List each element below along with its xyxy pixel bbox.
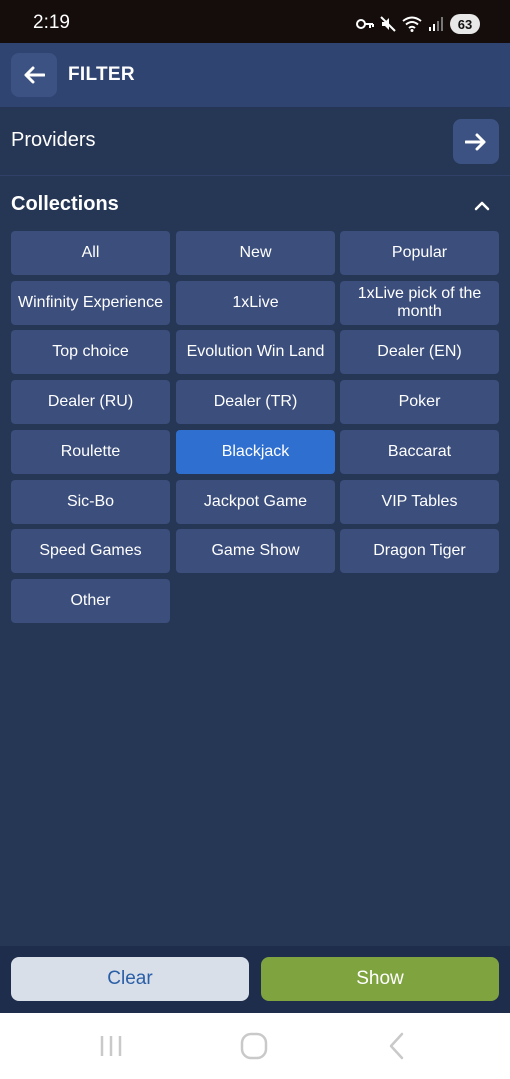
signal-icon (429, 17, 443, 31)
arrow-right-icon (465, 133, 486, 150)
collection-chip[interactable]: Baccarat (340, 430, 499, 474)
collection-chip[interactable]: Dragon Tiger (340, 529, 499, 573)
collection-chip[interactable]: Poker (340, 380, 499, 424)
page-title: FILTER (68, 64, 135, 85)
clear-button[interactable]: Clear (11, 957, 249, 1001)
collection-chip[interactable]: Jackpot Game (176, 480, 335, 524)
status-time: 2:19 (33, 12, 70, 33)
providers-button[interactable] (453, 119, 499, 164)
show-button[interactable]: Show (261, 957, 499, 1001)
status-bar: 2:19 63 (0, 0, 510, 43)
collection-chip[interactable]: VIP Tables (340, 480, 499, 524)
collection-chip[interactable]: Game Show (176, 529, 335, 573)
wifi-icon (402, 16, 422, 32)
action-bar: Clear Show (0, 946, 510, 1013)
collections-section: Collections All New Popular Winfinity Exper… (0, 176, 510, 635)
collection-chip[interactable]: Winfinity Experience (11, 281, 170, 325)
collection-chip[interactable]: 1xLive pick of the month (340, 281, 499, 325)
collection-chip[interactable]: New (176, 231, 335, 275)
battery-icon: 63 (450, 14, 480, 34)
back-button[interactable] (11, 53, 57, 97)
key-icon (356, 19, 374, 29)
collection-chip[interactable]: Other (11, 579, 170, 623)
collection-chip[interactable]: Dealer (EN) (340, 330, 499, 374)
collection-chip[interactable]: Speed Games (11, 529, 170, 573)
recent-apps-icon[interactable] (96, 1031, 126, 1061)
collection-chip[interactable]: Popular (340, 231, 499, 275)
collection-chip[interactable]: Blackjack (176, 430, 335, 474)
collections-grid: All New Popular Winfinity Experience 1xLive 1… (0, 176, 510, 635)
system-nav-bar (0, 1013, 510, 1079)
collection-chip[interactable]: Dealer (TR) (176, 380, 335, 424)
mute-icon (380, 16, 396, 32)
collection-chip[interactable]: 1xLive (176, 281, 335, 325)
back-icon[interactable] (382, 1031, 412, 1061)
arrow-left-icon (24, 66, 45, 84)
providers-label: Providers (11, 129, 96, 151)
collection-chip[interactable]: Evolution Win Land (176, 330, 335, 374)
collection-chip[interactable]: Roulette (11, 430, 170, 474)
status-icons: 63 (356, 14, 480, 34)
home-icon[interactable] (239, 1031, 269, 1061)
collection-chip[interactable]: Top choice (11, 330, 170, 374)
header: FILTER (0, 43, 510, 108)
providers-row[interactable]: Providers (0, 108, 510, 176)
collection-chip[interactable]: All (11, 231, 170, 275)
collection-chip[interactable]: Sic-Bo (11, 480, 170, 524)
collection-chip[interactable]: Dealer (RU) (11, 380, 170, 424)
